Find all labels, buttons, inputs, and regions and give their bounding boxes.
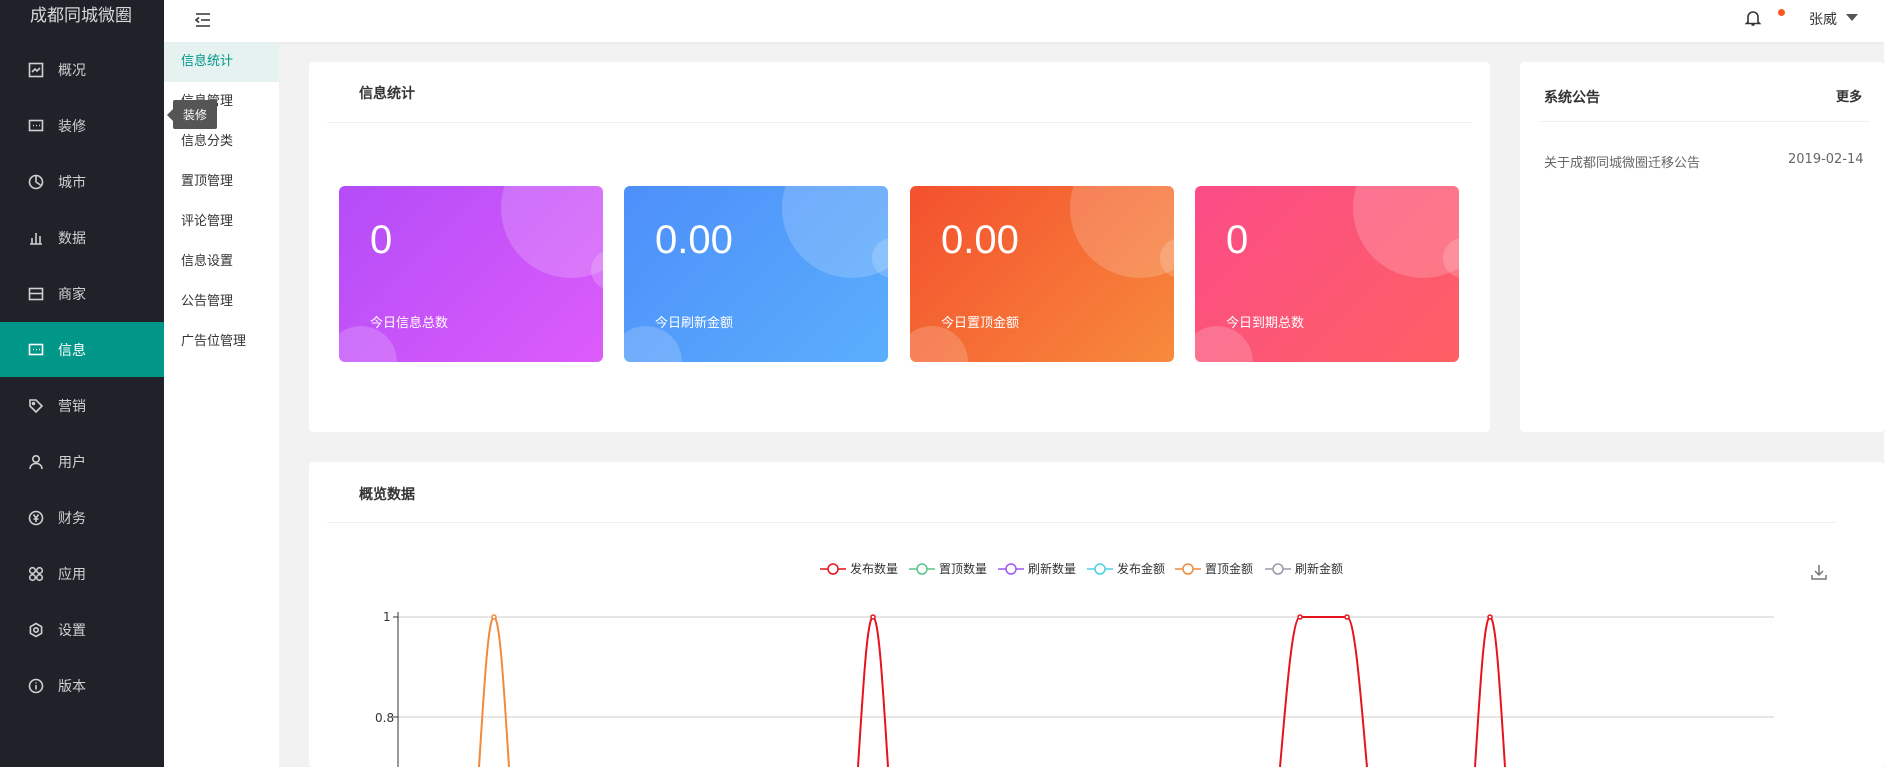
notification-dot xyxy=(1778,9,1785,16)
apps-icon xyxy=(28,566,44,582)
sidebar-item-label: 商家 xyxy=(58,286,86,303)
sidebar-item-merchant[interactable]: 商家 xyxy=(0,266,164,321)
menu-fold-icon[interactable] xyxy=(193,10,213,30)
store-icon xyxy=(28,286,44,302)
stat-card-expired-count: 0 今日到期总数 xyxy=(1195,186,1459,362)
user-icon xyxy=(28,454,44,470)
sidebar-item-users[interactable]: 用户 xyxy=(0,434,164,489)
legend-symbol-icon xyxy=(909,562,935,575)
city-icon xyxy=(28,174,44,190)
dashboard-icon xyxy=(28,62,44,78)
legend-label: 发布数量 xyxy=(850,562,899,576)
top-header: 张威 xyxy=(164,0,1884,42)
stats-panel-divider xyxy=(327,122,1472,123)
info-icon xyxy=(28,678,44,694)
notice-panel-divider xyxy=(1540,121,1870,122)
tag-icon xyxy=(28,398,44,414)
legend-symbol-icon xyxy=(1265,562,1291,575)
stats-panel-title: 信息统计 xyxy=(359,86,415,102)
notice-more-link[interactable]: 更多 xyxy=(1836,86,1862,105)
legend-item[interactable]: 置顶金额 xyxy=(1175,560,1253,577)
sidebar-item-label: 信息 xyxy=(58,342,86,359)
sidebar-tooltip: 装修 xyxy=(166,100,218,129)
legend-label: 置顶数量 xyxy=(939,562,988,576)
sub-navigation: 信息统计 信息管理 信息分类 置顶管理 评论管理 信息设置 公告管理 广告位管理 xyxy=(164,42,279,767)
notice-item-title[interactable]: 关于成都同城微圈迁移公告 xyxy=(1544,152,1700,171)
sidebar-item-label: 概况 xyxy=(58,62,86,79)
notice-panel-title: 系统公告 xyxy=(1544,90,1600,106)
stat-value: 0 xyxy=(370,218,393,262)
legend-label: 刷新金额 xyxy=(1295,562,1344,576)
stat-card-top-amount: 0.00 今日置顶金额 xyxy=(910,186,1174,362)
legend-item[interactable]: 置顶数量 xyxy=(909,560,987,577)
bell-icon[interactable] xyxy=(1744,9,1764,29)
legend-symbol-icon xyxy=(820,562,846,575)
sidebar-item-marketing[interactable]: 营销 xyxy=(0,378,164,433)
sidebar-item-settings[interactable]: 设置 xyxy=(0,602,164,657)
bar-chart-icon xyxy=(28,230,44,246)
notice-item-date: 2019-02-14 xyxy=(1788,152,1864,167)
sidebar-item-decorate[interactable]: 装修 xyxy=(0,98,164,153)
yen-icon xyxy=(28,510,44,526)
sidebar-item-data[interactable]: 数据 xyxy=(0,210,164,265)
submenu-item-comment-manage[interactable]: 评论管理 xyxy=(164,202,279,242)
chevron-down-icon[interactable] xyxy=(1846,14,1858,21)
y-tick-label: 1 xyxy=(383,610,391,624)
sidebar-item-message[interactable]: 信息 xyxy=(0,322,164,377)
legend-symbol-icon xyxy=(1175,562,1201,575)
sidebar-item-label: 营销 xyxy=(58,398,86,415)
user-menu-name[interactable]: 张威 xyxy=(1809,9,1837,29)
legend-label: 发布金额 xyxy=(1117,562,1166,576)
stat-card-refresh-amount: 0.00 今日刷新金额 xyxy=(624,186,888,362)
stat-value: 0 xyxy=(1226,218,1249,262)
stat-label: 今日信息总数 xyxy=(370,316,449,331)
legend-symbol-icon xyxy=(1087,562,1113,575)
sidebar-item-label: 财务 xyxy=(58,510,86,527)
sidebar-item-label: 版本 xyxy=(58,678,86,695)
legend-symbol-icon xyxy=(998,562,1024,575)
sidebar-item-apps[interactable]: 应用 xyxy=(0,546,164,601)
submenu-item-top-manage[interactable]: 置顶管理 xyxy=(164,162,279,202)
submenu-item-ad-manage[interactable]: 广告位管理 xyxy=(164,322,279,362)
overview-panel-title: 概览数据 xyxy=(359,487,415,503)
decorate-icon xyxy=(28,118,44,134)
legend-item[interactable]: 刷新金额 xyxy=(1265,560,1343,577)
download-icon[interactable] xyxy=(1810,563,1828,581)
submenu-item-notice-manage[interactable]: 公告管理 xyxy=(164,282,279,322)
stat-value: 0.00 xyxy=(655,218,733,262)
stat-label: 今日到期总数 xyxy=(1226,316,1305,331)
main-sidebar: 成都同城微圈 概况 装修 城市 数据 商家 信息 营销 用户 财务 应用 设置 … xyxy=(0,0,164,767)
legend-item[interactable]: 发布数量 xyxy=(820,560,898,577)
y-tick-label: 0.8 xyxy=(375,711,395,725)
overview-panel xyxy=(309,462,1884,767)
sidebar-item-label: 城市 xyxy=(58,174,86,191)
stat-label: 今日置顶金额 xyxy=(941,316,1020,331)
brand-logo-text: 成都同城微圈 xyxy=(30,6,132,26)
overview-panel-divider xyxy=(327,522,1836,523)
stat-card-today-info-count: 0 今日信息总数 xyxy=(339,186,603,362)
sidebar-item-overview[interactable]: 概况 xyxy=(0,42,164,97)
sidebar-item-label: 设置 xyxy=(58,622,86,639)
stat-value: 0.00 xyxy=(941,218,1019,262)
message-icon xyxy=(28,342,44,358)
sidebar-item-version[interactable]: 版本 xyxy=(0,658,164,713)
sidebar-item-label: 数据 xyxy=(58,230,86,247)
legend-label: 刷新数量 xyxy=(1028,562,1077,576)
notice-panel xyxy=(1520,62,1884,432)
sidebar-item-finance[interactable]: 财务 xyxy=(0,490,164,545)
submenu-item-info-stats[interactable]: 信息统计 xyxy=(164,42,279,82)
legend-item[interactable]: 发布金额 xyxy=(1087,560,1165,577)
submenu-item-info-settings[interactable]: 信息设置 xyxy=(164,242,279,282)
legend-item[interactable]: 刷新数量 xyxy=(998,560,1076,577)
sidebar-item-label: 用户 xyxy=(58,454,86,471)
legend-label: 置顶金额 xyxy=(1205,562,1254,576)
sidebar-item-city[interactable]: 城市 xyxy=(0,154,164,209)
settings-icon xyxy=(28,622,44,638)
sidebar-item-label: 应用 xyxy=(58,566,86,583)
sidebar-item-label: 装修 xyxy=(58,118,86,135)
stat-label: 今日刷新金额 xyxy=(655,316,734,331)
